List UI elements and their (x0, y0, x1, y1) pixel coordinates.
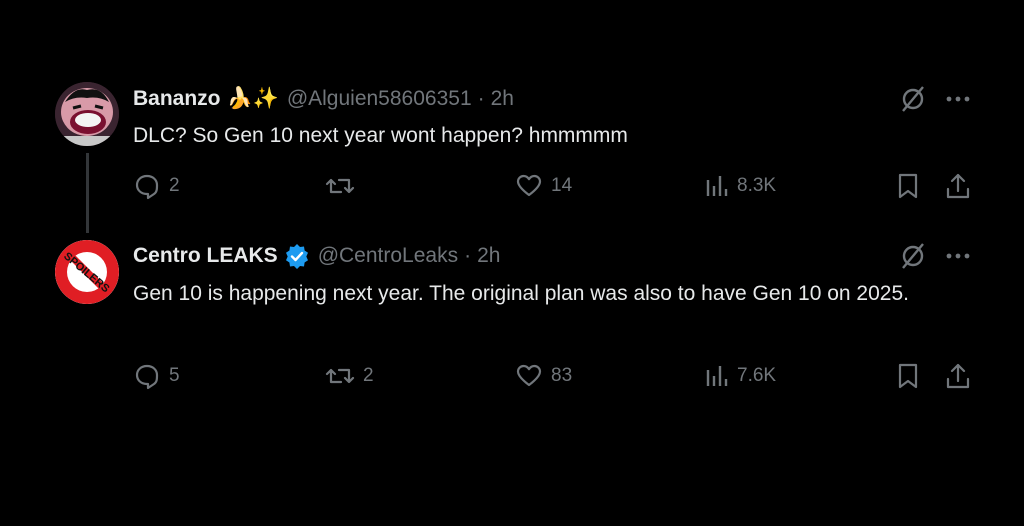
views-icon (705, 172, 729, 200)
action-bar: 5 2 83 7.6K (133, 361, 983, 391)
bookmark-icon (896, 362, 920, 390)
separator: · (464, 244, 472, 267)
handle[interactable]: @Alguien58606351 (287, 87, 472, 111)
share-button[interactable] (945, 361, 971, 391)
handle[interactable]: @CentroLeaks (318, 244, 458, 268)
thread-line (86, 153, 89, 233)
views-count: 8.3K (737, 175, 777, 196)
like-button[interactable]: 83 (515, 361, 572, 391)
reply-count: 2 (169, 175, 180, 196)
timestamp[interactable]: 2h (477, 244, 500, 268)
share-icon (945, 172, 971, 200)
repost-count: 2 (363, 365, 374, 386)
display-name[interactable]: Centro LEAKS (133, 244, 278, 268)
like-count: 83 (551, 365, 573, 386)
bookmark-button[interactable] (896, 361, 920, 391)
like-count: 14 (551, 175, 573, 196)
avatar[interactable] (55, 82, 119, 146)
reply-icon (133, 362, 161, 390)
like-icon (515, 362, 543, 390)
tweet-header: Centro LEAKS @CentroLeaks · 2h (133, 241, 500, 271)
tweet-text: DLC? So Gen 10 next year wont happen? hm… (133, 124, 628, 147)
timestamp[interactable]: 2h (491, 87, 514, 111)
views-button[interactable]: 8.3K (705, 171, 776, 201)
reply-count: 5 (169, 365, 180, 386)
tweet-top-actions (898, 84, 972, 114)
repost-icon (325, 172, 355, 200)
views-button[interactable]: 7.6K (705, 361, 776, 391)
separator: · (477, 87, 485, 110)
share-button[interactable] (945, 171, 971, 201)
name-emoji: 🍌✨ (226, 87, 279, 110)
views-count: 7.6K (737, 365, 777, 386)
grok-icon[interactable] (898, 241, 928, 271)
tweet-top-actions (898, 241, 972, 271)
tweet-1[interactable]: Bananzo 🍌✨ @Alguien58606351 · 2h DLC? So… (0, 0, 1024, 233)
tweet-2[interactable]: SPOILERS Centro LEAKS @CentroLeaks · 2h … (0, 230, 1024, 400)
reply-icon (133, 172, 161, 200)
like-button[interactable]: 14 (515, 171, 572, 201)
tweet-text: Gen 10 is happening next year. The origi… (133, 282, 909, 305)
avatar-image (55, 82, 119, 146)
views-icon (705, 362, 729, 390)
avatar[interactable]: SPOILERS (55, 240, 119, 304)
tweet-header: Bananzo 🍌✨ @Alguien58606351 · 2h (133, 84, 514, 114)
like-icon (515, 172, 543, 200)
repost-icon (325, 362, 355, 390)
more-icon[interactable] (944, 241, 972, 271)
grok-icon[interactable] (898, 84, 928, 114)
action-bar: 2 14 8.3K (133, 171, 983, 201)
display-name[interactable]: Bananzo (133, 87, 221, 111)
reply-button[interactable]: 2 (133, 171, 180, 201)
share-icon (945, 362, 971, 390)
verified-badge-icon (284, 243, 310, 269)
bookmark-icon (896, 172, 920, 200)
repost-button[interactable] (325, 171, 363, 201)
more-icon[interactable] (944, 84, 972, 114)
spoilers-logo: SPOILERS (55, 240, 119, 304)
bookmark-button[interactable] (896, 171, 920, 201)
reply-button[interactable]: 5 (133, 361, 180, 391)
repost-button[interactable]: 2 (325, 361, 374, 391)
